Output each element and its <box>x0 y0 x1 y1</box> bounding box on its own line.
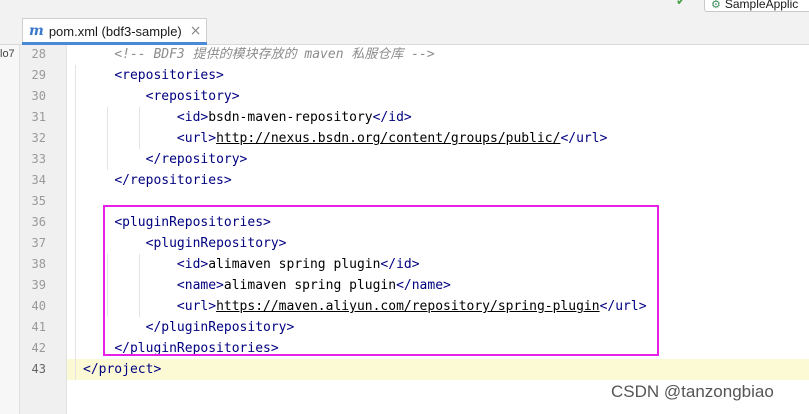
indent-guide <box>75 65 76 380</box>
code-line[interactable]: </repositories> <box>83 170 232 191</box>
current-line-highlight <box>67 359 809 380</box>
xml-tag: </id> <box>372 110 412 125</box>
code-line[interactable]: <repository> <box>83 86 240 107</box>
project-panel: lo7 <box>0 45 20 414</box>
maven-file-icon: m <box>29 23 44 39</box>
editor-tab-bar: m pom.xml (bdf3-sample) × ✔ ⚙ SampleAppl… <box>0 0 809 45</box>
xml-tag: </repository> <box>145 152 248 167</box>
xml-tag: <url> <box>176 131 217 146</box>
line-number: 30 <box>31 89 46 103</box>
tab-pom-xml[interactable]: m pom.xml (bdf3-sample) × <box>22 18 207 43</box>
code-text: bsdn-maven-repository <box>208 110 373 125</box>
line-number: 35 <box>31 194 46 208</box>
tab-label: pom.xml (bdf3-sample) <box>48 23 182 39</box>
line-number: 29 <box>31 68 46 82</box>
line-number: 33 <box>31 152 46 166</box>
code-line[interactable]: <id>bsdn-maven-repository</id> <box>83 107 412 128</box>
line-number: 40 <box>31 299 46 313</box>
line-number: 28 <box>31 47 46 61</box>
code-line[interactable]: </project> <box>83 359 161 380</box>
close-icon[interactable]: × <box>190 23 202 39</box>
hammer-icon[interactable]: ✔ <box>676 0 690 7</box>
xml-comment: <!-- BDF3 提供的模块存放的 maven 私服仓库 --> <box>83 47 435 62</box>
line-number: 38 <box>31 257 46 271</box>
url-link[interactable]: http://nexus.bsdn.org/content/groups/pub… <box>216 131 560 146</box>
watermark: CSDN @tanzongbiao <box>611 382 774 401</box>
xml-tag: </repositories> <box>114 173 232 188</box>
line-number: 32 <box>31 131 46 145</box>
line-number: 42 <box>31 341 46 355</box>
xml-tag: </project> <box>83 362 162 377</box>
line-number: 39 <box>31 278 46 292</box>
run-configuration-label: SampleApplic <box>724 0 799 11</box>
line-number: 43 <box>31 362 46 376</box>
highlight-box <box>103 205 659 356</box>
project-panel-fragment: lo7 <box>0 48 15 60</box>
code-line[interactable]: </repository> <box>83 149 248 170</box>
line-number: 41 <box>31 320 46 334</box>
code-line[interactable]: <url>http://nexus.bsdn.org/content/group… <box>83 128 607 149</box>
run-configuration-selector[interactable]: ⚙ SampleApplic <box>704 0 809 12</box>
spring-boot-icon: ⚙ <box>711 0 721 11</box>
xml-tag: <id> <box>176 110 209 125</box>
xml-tag: <repository> <box>145 89 240 104</box>
line-number: 37 <box>31 236 46 250</box>
xml-tag: </url> <box>560 131 608 146</box>
code-line[interactable]: <!-- BDF3 提供的模块存放的 maven 私服仓库 --> <box>83 44 435 65</box>
line-number: 31 <box>31 110 46 124</box>
line-number: 36 <box>31 215 46 229</box>
code-line[interactable]: <repositories> <box>83 65 224 86</box>
xml-tag: <repositories> <box>114 68 224 83</box>
line-number: 34 <box>31 173 46 187</box>
